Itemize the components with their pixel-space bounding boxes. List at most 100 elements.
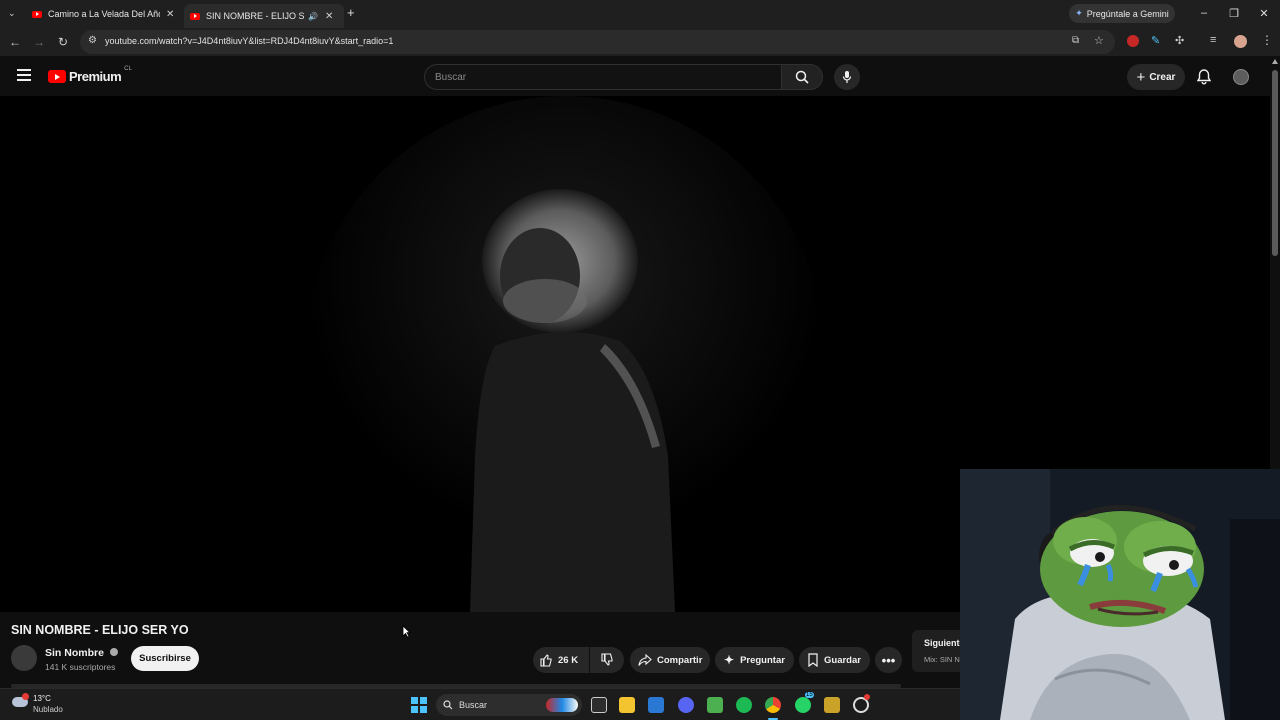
ask-button[interactable]: ✦ Preguntar xyxy=(715,647,794,673)
install-app-icon[interactable]: ⧉ xyxy=(1072,35,1079,46)
crying-frog-image xyxy=(960,469,1280,720)
weather-widget[interactable]: 13°C Nublado xyxy=(12,693,82,717)
channel-name-text: Sin Nombre xyxy=(45,647,104,659)
whatsapp-unread-badge: 15 xyxy=(805,692,814,698)
search-icon xyxy=(443,700,453,710)
ask-label: Preguntar xyxy=(740,654,785,666)
windows-taskbar: 13°C Nublado Buscar 15 xyxy=(0,688,960,720)
share-arrow-icon xyxy=(638,653,652,666)
search-input[interactable]: Buscar xyxy=(424,64,782,90)
channel-avatar[interactable] xyxy=(11,645,37,671)
taskbar-search-label: Buscar xyxy=(459,700,488,710)
youtube-masthead: Premium CL Buscar + Crear xyxy=(0,56,1270,96)
sparkle-icon: ✦ xyxy=(724,653,735,667)
profile-avatar[interactable] xyxy=(1234,35,1247,48)
share-label: Compartir xyxy=(657,654,703,666)
notifications-button[interactable] xyxy=(1196,68,1212,90)
verified-check-icon xyxy=(109,648,118,656)
gemini-sparkle-icon: ✦ xyxy=(1075,8,1083,18)
forward-arrow-icon[interactable]: → xyxy=(31,34,47,50)
extension-translate-icon[interactable]: ✎ xyxy=(1151,34,1160,47)
tab-title: Camino a La Velada Del Año 6 xyxy=(48,9,160,19)
share-button[interactable]: Compartir xyxy=(630,647,710,673)
file-explorer-icon[interactable] xyxy=(619,697,635,713)
address-bar[interactable]: ⚙ youtube.com/watch?v=J4D4nt8iuvY&list=R… xyxy=(80,30,1115,54)
country-code: CL xyxy=(124,65,132,72)
dislike-button[interactable] xyxy=(590,647,624,673)
chrome-icon[interactable] xyxy=(765,697,781,713)
search-icon xyxy=(795,70,809,84)
tab-title: SIN NOMBRE - ELIJO SER YO xyxy=(206,11,304,21)
up-next-subtitle: Mix: SIN N xyxy=(924,655,960,664)
temperature: 13°C xyxy=(33,694,51,703)
task-view-icon[interactable] xyxy=(591,697,607,713)
back-arrow-icon[interactable]: ← xyxy=(7,34,23,50)
like-button[interactable]: 26 K xyxy=(533,647,589,673)
guide-menu-icon[interactable] xyxy=(17,69,31,81)
audio-playing-icon[interactable]: 🔊 xyxy=(308,12,318,21)
search-placeholder: Buscar xyxy=(435,72,467,83)
subscriber-count: 141 K suscriptores xyxy=(45,662,116,672)
taskbar-search[interactable]: Buscar xyxy=(436,694,582,716)
more-horizontal-icon: ••• xyxy=(881,652,896,668)
extensions-puzzle-icon[interactable]: ✣ xyxy=(1175,34,1184,47)
tab-search-chevron-icon[interactable]: ⌄ xyxy=(8,8,16,19)
thumbs-up-icon xyxy=(540,654,552,667)
bookmark-star-icon[interactable]: ☆ xyxy=(1094,34,1104,47)
save-button[interactable]: Guardar xyxy=(799,647,870,673)
minecraft-icon[interactable] xyxy=(707,697,723,713)
logo-text: Premium xyxy=(69,69,122,84)
lightroom-app-icon[interactable] xyxy=(824,697,840,713)
microphone-icon xyxy=(842,71,852,83)
close-tab-icon[interactable]: ✕ xyxy=(166,9,174,20)
voice-search-button[interactable] xyxy=(834,64,860,90)
windows-start-icon[interactable] xyxy=(411,697,427,713)
youtube-play-icon xyxy=(48,70,66,83)
more-actions-button[interactable]: ••• xyxy=(875,647,902,673)
webcam-overlay xyxy=(960,469,1280,720)
subscribe-button[interactable]: Suscribirse xyxy=(131,646,199,671)
tab-sin-nombre[interactable]: SIN NOMBRE - ELIJO SER YO 🔊 ✕ xyxy=(184,4,344,28)
youtube-favicon-icon xyxy=(190,12,200,20)
media-control-icon[interactable]: ≡ xyxy=(1210,34,1216,46)
recording-dot-icon xyxy=(864,694,870,700)
discord-icon[interactable] xyxy=(678,697,694,713)
create-label: Crear xyxy=(1149,71,1176,83)
channel-name[interactable]: Sin Nombre xyxy=(45,647,118,659)
bookmark-icon xyxy=(808,653,818,667)
like-count: 26 K xyxy=(558,654,579,666)
thumbs-down-icon xyxy=(601,653,613,666)
extension-shield-icon[interactable] xyxy=(1127,35,1139,47)
close-tab-icon[interactable]: ✕ xyxy=(325,11,333,22)
plus-icon: + xyxy=(1136,68,1146,86)
youtube-premium-logo[interactable]: Premium CL xyxy=(48,65,132,84)
scrollbar-thumb[interactable] xyxy=(1272,70,1278,256)
close-window-button[interactable]: ✕ xyxy=(1249,0,1279,26)
restore-button[interactable]: ❐ xyxy=(1219,0,1249,26)
youtube-favicon-icon xyxy=(32,10,42,18)
tab-camino-velada[interactable]: Camino a La Velada Del Año 6 ✕ xyxy=(32,4,182,24)
chrome-menu-icon[interactable]: ⋮ xyxy=(1261,33,1273,47)
obs-studio-icon[interactable] xyxy=(853,694,870,713)
reload-icon[interactable]: ↻ xyxy=(55,34,71,50)
whatsapp-icon[interactable]: 15 xyxy=(795,692,814,713)
account-avatar[interactable] xyxy=(1233,69,1249,85)
video-title: SIN NOMBRE - ELIJO SER YO xyxy=(11,623,189,637)
search-button[interactable] xyxy=(781,64,823,90)
minimize-button[interactable]: – xyxy=(1189,0,1219,26)
gemini-button[interactable]: ✦ Pregúntale a Gemini xyxy=(1069,4,1175,23)
browser-tab-strip: ⌄ Camino a La Velada Del Año 6 ✕ SIN NOM… xyxy=(0,0,1280,28)
gemini-label: Pregúntale a Gemini xyxy=(1086,8,1169,19)
microsoft-store-icon[interactable] xyxy=(648,697,664,713)
spotify-icon[interactable] xyxy=(736,697,752,713)
browser-toolbar: ← → ↻ ⚙ youtube.com/watch?v=J4D4nt8iuvY&… xyxy=(0,28,1280,56)
new-tab-button[interactable]: + xyxy=(347,5,355,20)
scroll-up-arrow-icon[interactable] xyxy=(1272,59,1278,64)
up-next-heading: Siguiente xyxy=(924,638,965,648)
site-info-icon[interactable]: ⚙ xyxy=(88,35,97,46)
search-highlight-image xyxy=(546,698,578,712)
bell-icon xyxy=(1196,69,1212,85)
create-button[interactable]: + Crear xyxy=(1127,64,1185,90)
url-text: youtube.com/watch?v=J4D4nt8iuvY&list=RDJ… xyxy=(105,36,394,46)
weather-condition: Nublado xyxy=(33,705,63,714)
